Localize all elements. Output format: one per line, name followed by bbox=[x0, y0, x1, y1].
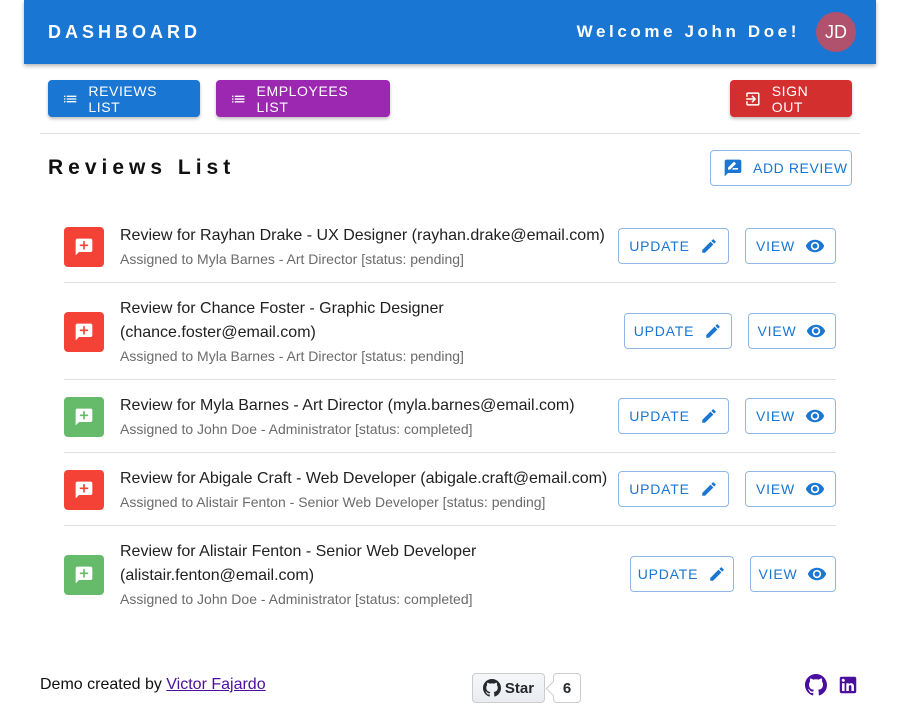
update-button[interactable]: UPDATE bbox=[618, 228, 729, 264]
update-label: UPDATE bbox=[637, 566, 699, 582]
view-label: VIEW bbox=[757, 323, 797, 339]
review-status-icon bbox=[64, 470, 104, 510]
review-text: Review for Alistair Fenton - Senior Web … bbox=[120, 540, 540, 609]
feedback-icon bbox=[75, 566, 93, 584]
review-status-icon bbox=[64, 397, 104, 437]
review-assignee: Assigned to Myla Barnes - Art Director [… bbox=[120, 251, 464, 267]
github-icon[interactable] bbox=[805, 674, 827, 696]
reviews-list: Review for Rayhan Drake - UX Designer (r… bbox=[64, 210, 836, 623]
edit-icon bbox=[702, 409, 716, 423]
reviews-list-button[interactable]: REVIEWS LIST bbox=[48, 80, 200, 117]
view-label: VIEW bbox=[756, 408, 795, 424]
github-star-count[interactable]: 6 bbox=[553, 673, 581, 703]
user-area: Welcome John Doe! JD bbox=[576, 12, 856, 52]
review-assignee: Assigned to John Doe - Administrator [st… bbox=[120, 421, 473, 437]
github-star-label: Star bbox=[504, 679, 535, 697]
author-link[interactable]: Victor Fajardo bbox=[166, 676, 265, 693]
review-text: Review for Chance Foster - Graphic Desig… bbox=[120, 297, 520, 366]
reviews-list-label: REVIEWS LIST bbox=[88, 82, 158, 115]
edit-icon bbox=[702, 239, 716, 253]
update-label: UPDATE bbox=[633, 323, 695, 339]
update-label: UPDATE bbox=[629, 238, 690, 254]
avatar[interactable]: JD bbox=[816, 12, 856, 52]
review-status-icon bbox=[64, 227, 104, 267]
review-status-icon bbox=[64, 555, 104, 595]
update-button[interactable]: UPDATE bbox=[618, 471, 729, 507]
add-review-label: ADD REVIEW bbox=[753, 160, 848, 176]
github-star-button[interactable]: Star bbox=[472, 673, 545, 703]
view-label: VIEW bbox=[756, 238, 795, 254]
page-title: Reviews List bbox=[48, 156, 236, 179]
update-label: UPDATE bbox=[629, 481, 690, 497]
review-assignee: Assigned to Myla Barnes - Art Director [… bbox=[120, 348, 464, 364]
eye-icon bbox=[808, 567, 827, 581]
review-text: Review for Rayhan Drake - UX Designer (r… bbox=[120, 224, 610, 269]
eye-icon bbox=[805, 482, 825, 496]
review-status-icon bbox=[64, 312, 104, 352]
footer-credit: Demo created by Victor Fajardo bbox=[40, 676, 266, 694]
review-title: Review for Abigale Craft - Web Developer… bbox=[120, 470, 608, 487]
github-icon bbox=[482, 679, 501, 697]
view-button[interactable]: VIEW bbox=[745, 228, 836, 264]
view-label: VIEW bbox=[756, 481, 795, 497]
employees-list-label: EMPLOYEES LIST bbox=[256, 82, 349, 115]
feedback-icon bbox=[75, 408, 93, 426]
sign-out-label: SIGN OUT bbox=[771, 82, 809, 115]
list-item: Review for Rayhan Drake - UX Designer (r… bbox=[64, 210, 836, 283]
list-item: Review for Chance Foster - Graphic Desig… bbox=[64, 283, 836, 380]
view-button[interactable]: VIEW bbox=[750, 556, 836, 592]
eye-icon bbox=[807, 324, 826, 338]
list-item: Review for Myla Barnes - Art Director (m… bbox=[64, 380, 836, 453]
update-label: UPDATE bbox=[629, 408, 690, 424]
list-item: Review for Alistair Fenton - Senior Web … bbox=[64, 526, 836, 623]
review-text: Review for Myla Barnes - Art Director (m… bbox=[120, 394, 610, 439]
sign-out-button[interactable]: SIGN OUT bbox=[730, 80, 852, 117]
review-title: Review for Chance Foster - Graphic Desig… bbox=[120, 300, 444, 341]
view-label: VIEW bbox=[758, 566, 798, 582]
view-button[interactable]: VIEW bbox=[748, 313, 836, 349]
employees-list-button[interactable]: EMPLOYEES LIST bbox=[216, 80, 390, 117]
update-button[interactable]: UPDATE bbox=[624, 313, 732, 349]
app-bar: DASHBOARD Welcome John Doe! JD bbox=[24, 0, 876, 64]
review-title: Review for Alistair Fenton - Senior Web … bbox=[120, 543, 477, 584]
edit-icon bbox=[702, 482, 716, 496]
view-button[interactable]: VIEW bbox=[745, 471, 836, 507]
list-icon bbox=[64, 95, 77, 102]
update-button[interactable]: UPDATE bbox=[630, 556, 734, 592]
list-icon bbox=[232, 95, 245, 102]
review-text: Review for Abigale Craft - Web Developer… bbox=[120, 467, 616, 512]
linkedin-icon[interactable] bbox=[837, 674, 859, 696]
github-star-widget: Star 6 bbox=[472, 673, 581, 703]
list-item: Review for Abigale Craft - Web Developer… bbox=[64, 453, 836, 526]
review-title: Review for Myla Barnes - Art Director (m… bbox=[120, 397, 575, 414]
nav-toolbar: REVIEWS LIST EMPLOYEES LIST SIGN OUT bbox=[48, 80, 852, 117]
edit-icon bbox=[710, 567, 725, 581]
add-review-button[interactable]: ADD REVIEW bbox=[710, 150, 852, 186]
feedback-icon bbox=[75, 481, 93, 499]
logout-icon bbox=[746, 91, 760, 106]
rate-review-icon bbox=[724, 159, 742, 177]
feedback-icon bbox=[75, 238, 93, 256]
review-assignee: Assigned to John Doe - Administrator [st… bbox=[120, 591, 473, 607]
eye-icon bbox=[805, 239, 825, 253]
credit-prefix: Demo created by bbox=[40, 676, 162, 693]
feedback-icon bbox=[75, 323, 93, 341]
eye-icon bbox=[805, 409, 825, 423]
review-assignee: Assigned to Alistair Fenton - Senior Web… bbox=[120, 494, 546, 510]
edit-icon bbox=[706, 324, 721, 338]
divider bbox=[40, 133, 860, 134]
review-title: Review for Rayhan Drake - UX Designer (r… bbox=[120, 227, 605, 244]
app-title: DASHBOARD bbox=[48, 21, 201, 42]
view-button[interactable]: VIEW bbox=[745, 398, 836, 434]
update-button[interactable]: UPDATE bbox=[618, 398, 729, 434]
welcome-text: Welcome John Doe! bbox=[576, 22, 800, 41]
